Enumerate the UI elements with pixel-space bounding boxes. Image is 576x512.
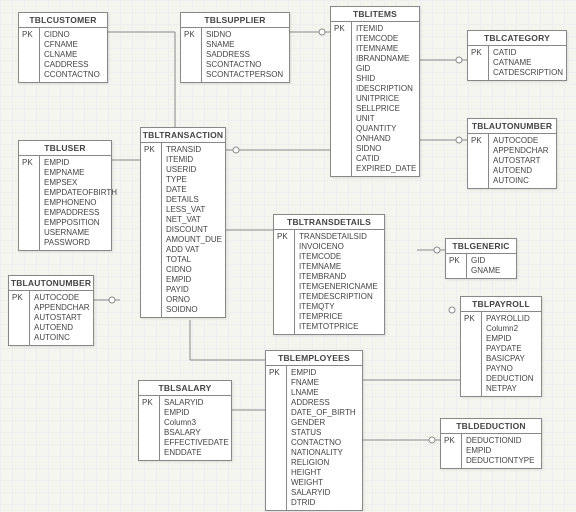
entity-cols: DEDUCTIONIDEMPIDDEDUCTIONTYPE: [462, 434, 538, 468]
entity-title: TBLEMPLOYEES: [266, 351, 362, 366]
entity-tblemployees: TBLEMPLOYEES PK EMPIDFNAMELNAMEADDRESSDA…: [265, 350, 363, 511]
entity-title: TBLCUSTOMER: [19, 13, 107, 28]
entity-tblcustomer: TBLCUSTOMER PK CIDNOCFNAMECLNAMECADDRESS…: [18, 12, 108, 83]
entity-tblpayroll: TBLPAYROLL PK PAYROLLIDColumn2EMPIDPAYDA…: [460, 296, 542, 397]
entity-title: TBLSUPPLIER: [181, 13, 289, 28]
entity-title: TBLITEMS: [331, 7, 419, 22]
entity-cols: CIDNOCFNAMECLNAMECADDRESSCCONTACTNO: [40, 28, 104, 82]
entity-title: TBLAUTONUMBER: [468, 119, 556, 134]
entity-tblsalary: TBLSALARY PK SALARYIDEMPIDColumn3BSALARY…: [138, 380, 232, 461]
entity-tbltransdetails: TBLTRANSDETAILS PK TRANSDETAILSIDINVOICE…: [273, 214, 385, 335]
pk-label: PK: [269, 368, 280, 377]
entity-tbldeduction: TBLDEDUCTION PK DEDUCTIONIDEMPIDDEDUCTIO…: [440, 418, 542, 469]
entity-cols: PAYROLLIDColumn2EMPIDPAYDATEBASICPAYPAYN…: [482, 312, 538, 396]
entity-tblcategory: TBLCATEGORY PK CATIDCATNAMECATDESCRIPTIO…: [467, 30, 567, 81]
entity-tblitems: TBLITEMS PK ITEMIDITEMCODEITEMNAMEIBRAND…: [330, 6, 420, 177]
pk-label: PK: [464, 314, 475, 323]
entity-cols: EMPIDFNAMELNAMEADDRESSDATE_OF_BIRTHGENDE…: [287, 366, 360, 510]
entity-cols: CATIDCATNAMECATDESCRIPTION: [489, 46, 567, 80]
pk-label: PK: [471, 48, 482, 57]
entity-tblgeneric: TBLGENERIC PK GIDGNAME: [445, 238, 517, 279]
entity-tblsupplier: TBLSUPPLIER PK SIDNOSNAMESADDRESSSCONTAC…: [180, 12, 290, 83]
entity-cols: TRANSDETAILSIDINVOICENOITEMCODEITEMNAMEI…: [295, 230, 382, 334]
entity-cols: SIDNOSNAMESADDRESSSCONTACTNOSCONTACTPERS…: [202, 28, 287, 82]
entity-cols: SALARYIDEMPIDColumn3BSALARYEFFECTIVEDATE…: [160, 396, 233, 460]
pk-label: PK: [144, 145, 155, 154]
pk-label: PK: [22, 158, 33, 167]
entity-title: TBLAUTONUMBER: [9, 276, 93, 291]
entity-cols: AUTOCODEAPPENDCHARAUTOSTARTAUTOENDAUTOIN…: [489, 134, 553, 188]
entity-cols: TRANSIDITEMIDUSERIDTYPEDATEDETAILSLESS_V…: [162, 143, 226, 317]
entity-cols: ITEMIDITEMCODEITEMNAMEIBRANDNAMEGIDSHIDI…: [352, 22, 420, 176]
pk-label: PK: [444, 436, 455, 445]
entity-cols: AUTOCODEAPPENDCHARAUTOSTARTAUTOENDAUTOIN…: [30, 291, 94, 345]
pk-label: PK: [277, 232, 288, 241]
pk-label: PK: [22, 30, 33, 39]
pk-label: PK: [12, 293, 23, 302]
entity-cols: EMPIDEMPNAMEEMPSEXEMPDATEOFBIRTHEMPHONEN…: [40, 156, 121, 250]
entity-tbluser: TBLUSER PK EMPIDEMPNAMEEMPSEXEMPDATEOFBI…: [18, 140, 112, 251]
pk-label: PK: [142, 398, 153, 407]
entity-title: TBLGENERIC: [446, 239, 516, 254]
entity-tblautonumber-right: TBLAUTONUMBER PK AUTOCODEAPPENDCHARAUTOS…: [467, 118, 557, 189]
entity-title: TBLTRANSDETAILS: [274, 215, 384, 230]
entity-title: TBLSALARY: [139, 381, 231, 396]
entity-title: TBLUSER: [19, 141, 111, 156]
entity-title: TBLDEDUCTION: [441, 419, 541, 434]
entity-cols: GIDGNAME: [467, 254, 504, 278]
pk-label: PK: [184, 30, 195, 39]
pk-label: PK: [449, 256, 460, 265]
entity-title: TBLTRANSACTION: [141, 128, 225, 143]
entity-title: TBLCATEGORY: [468, 31, 566, 46]
entity-tbltransaction: TBLTRANSACTION PK TRANSIDITEMIDUSERIDTYP…: [140, 127, 226, 318]
entity-tblautonumber-left: TBLAUTONUMBER PK AUTOCODEAPPENDCHARAUTOS…: [8, 275, 94, 346]
pk-label: PK: [471, 136, 482, 145]
entity-title: TBLPAYROLL: [461, 297, 541, 312]
pk-label: PK: [334, 24, 345, 33]
